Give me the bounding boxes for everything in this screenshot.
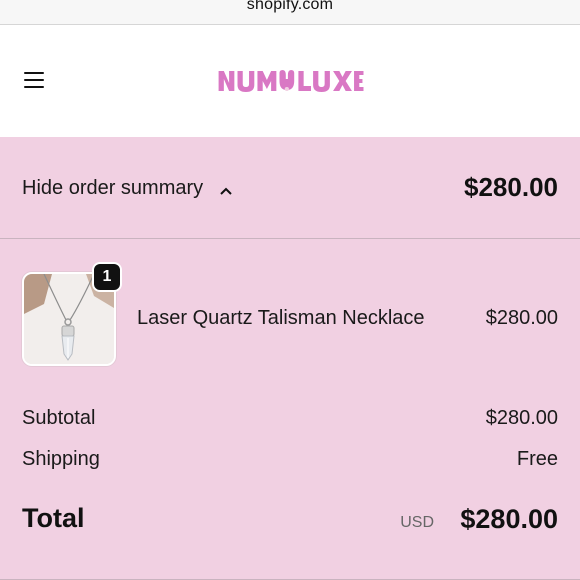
total-label: Total: [22, 503, 85, 533]
store-logo[interactable]: [0, 65, 580, 101]
subtotal-value: $280.00: [485, 407, 558, 429]
currency-code: USD: [400, 514, 434, 531]
line-item: 1 Laser Quartz Talisman Necklace $280.00: [0, 262, 580, 372]
shipping-value: Free: [516, 448, 558, 470]
browser-url-bar[interactable]: shopify.com: [0, 0, 580, 25]
shipping-label: Shipping: [22, 448, 100, 470]
subtotal-row: Subtotal $280.00: [22, 407, 558, 433]
subtotal-label: Subtotal: [22, 407, 96, 429]
hide-order-summary-button[interactable]: Hide order summary: [22, 175, 233, 202]
logo-wordmark-svg: [218, 70, 364, 92]
chevron-up-icon: [219, 179, 233, 202]
product-price: $280.00: [485, 307, 558, 329]
order-summary: Hide order summary $280.00 1 Laser Quart…: [0, 137, 580, 580]
toggle-label: Hide order summary: [22, 177, 204, 199]
url-text[interactable]: shopify.com: [0, 0, 580, 14]
quantity-badge: 1: [92, 262, 122, 292]
summary-total-price: $280.00: [464, 172, 558, 202]
store-header: [0, 25, 580, 137]
order-summary-toggle-row[interactable]: Hide order summary $280.00: [0, 137, 580, 239]
logo-wordmark: [217, 65, 364, 101]
total-value: $280.00: [460, 504, 558, 534]
shipping-row: Shipping Free: [22, 448, 558, 474]
total-row: Total USD $280.00: [22, 503, 558, 539]
product-name: Laser Quartz Talisman Necklace: [137, 307, 425, 329]
